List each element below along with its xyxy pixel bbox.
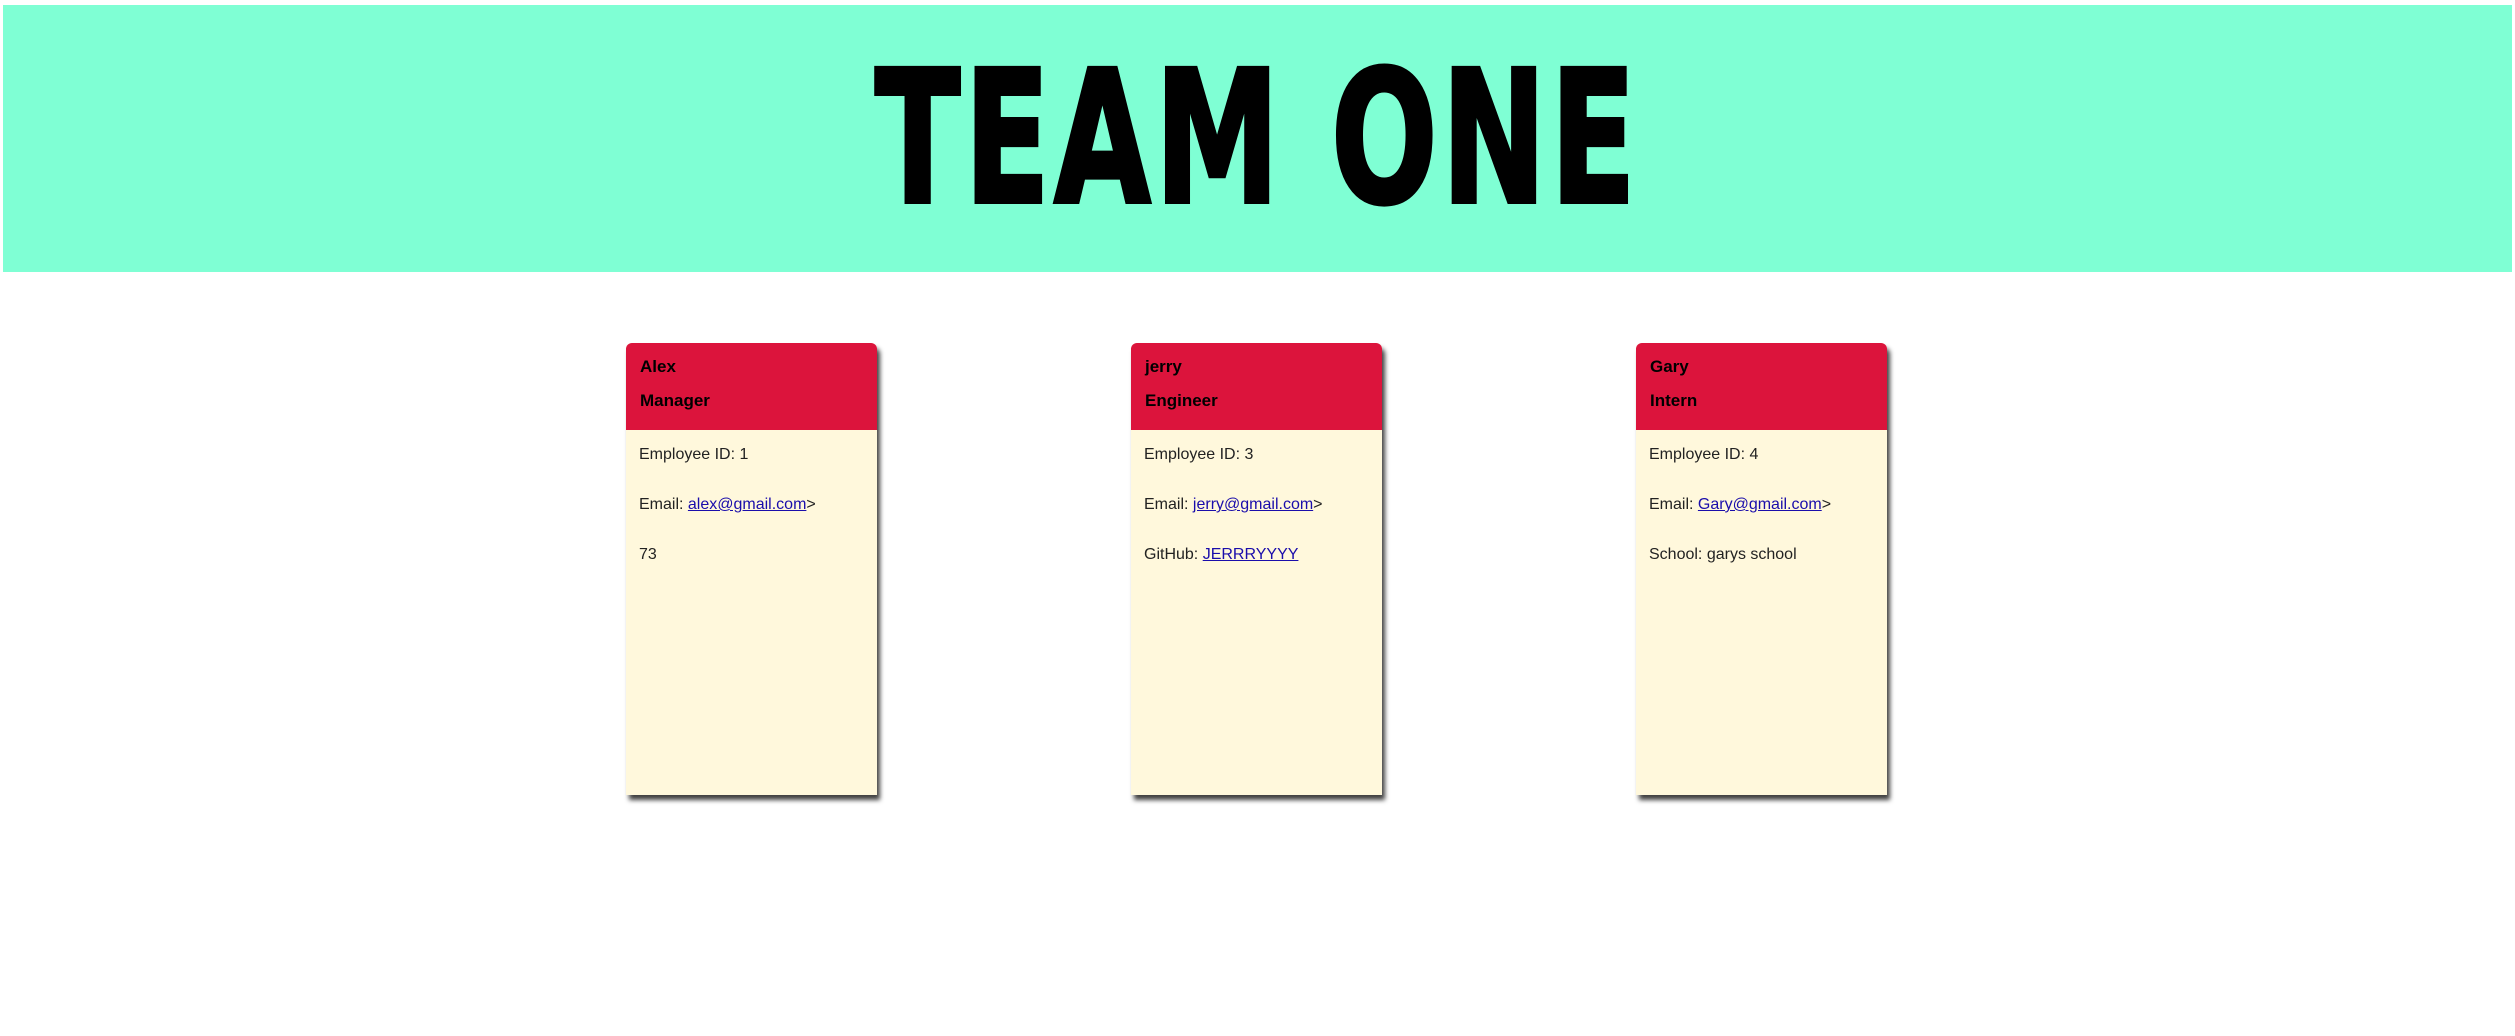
- team-title: TEAM ONE: [874, 31, 1640, 246]
- team-banner: TEAM ONE: [3, 5, 2512, 272]
- github-link[interactable]: JERRRYYYY: [1203, 546, 1299, 563]
- email-link[interactable]: jerry@gmail.com: [1193, 496, 1313, 513]
- employee-card-manager: Alex Manager Employee ID: 1 Email: alex@…: [626, 343, 877, 795]
- employee-id-row: Employee ID: 1: [639, 445, 877, 495]
- employee-name: Alex: [640, 357, 676, 376]
- employee-role: Engineer: [1145, 391, 1218, 410]
- employee-id-label: Employee ID:: [1144, 446, 1245, 463]
- employee-id-value: 1: [739, 446, 749, 463]
- email-row: Email: alex@gmail.com>: [639, 495, 877, 545]
- employee-id-value: 3: [1244, 446, 1254, 463]
- employee-id-label: Employee ID:: [639, 446, 740, 463]
- card-header: Gary Intern: [1636, 343, 1887, 430]
- email-link[interactable]: alex@gmail.com: [688, 496, 807, 513]
- employee-card-engineer: jerry Engineer Employee ID: 3 Email: jer…: [1131, 343, 1382, 795]
- card-body: Employee ID: 1 Email: alex@gmail.com> 73: [626, 430, 877, 595]
- office-number-row: 73: [639, 545, 877, 595]
- school-label: School:: [1649, 546, 1707, 563]
- employee-name: jerry: [1145, 357, 1182, 376]
- employee-id-row: Employee ID: 4: [1649, 445, 1887, 495]
- email-label: Email:: [639, 496, 688, 513]
- card-body: Employee ID: 3 Email: jerry@gmail.com> G…: [1131, 430, 1382, 595]
- employee-card-intern: Gary Intern Employee ID: 4 Email: Gary@g…: [1636, 343, 1887, 795]
- email-row: Email: Gary@gmail.com>: [1649, 495, 1887, 545]
- employee-id-row: Employee ID: 3: [1144, 445, 1382, 495]
- office-number-value: 73: [639, 546, 657, 563]
- school-value: garys school: [1706, 546, 1797, 563]
- email-suffix: >: [1821, 496, 1832, 513]
- card-header: Alex Manager: [626, 343, 877, 430]
- github-row: GitHub: JERRRYYYY: [1144, 545, 1382, 595]
- card-body: Employee ID: 4 Email: Gary@gmail.com> Sc…: [1636, 430, 1887, 595]
- employee-role: Manager: [640, 391, 710, 410]
- employee-id-value: 4: [1749, 446, 1759, 463]
- email-suffix: >: [1313, 496, 1323, 513]
- email-row: Email: jerry@gmail.com>: [1144, 495, 1382, 545]
- school-row: School: garys school: [1649, 545, 1887, 595]
- email-link[interactable]: Gary@gmail.com: [1698, 496, 1822, 513]
- employee-name: Gary: [1650, 357, 1689, 376]
- employee-role: Intern: [1650, 391, 1698, 410]
- email-label: Email:: [1649, 496, 1698, 513]
- card-header: jerry Engineer: [1131, 343, 1382, 430]
- employee-id-label: Employee ID:: [1649, 446, 1750, 463]
- email-label: Email:: [1144, 496, 1193, 513]
- email-suffix: >: [806, 496, 816, 513]
- github-label: GitHub:: [1144, 546, 1203, 563]
